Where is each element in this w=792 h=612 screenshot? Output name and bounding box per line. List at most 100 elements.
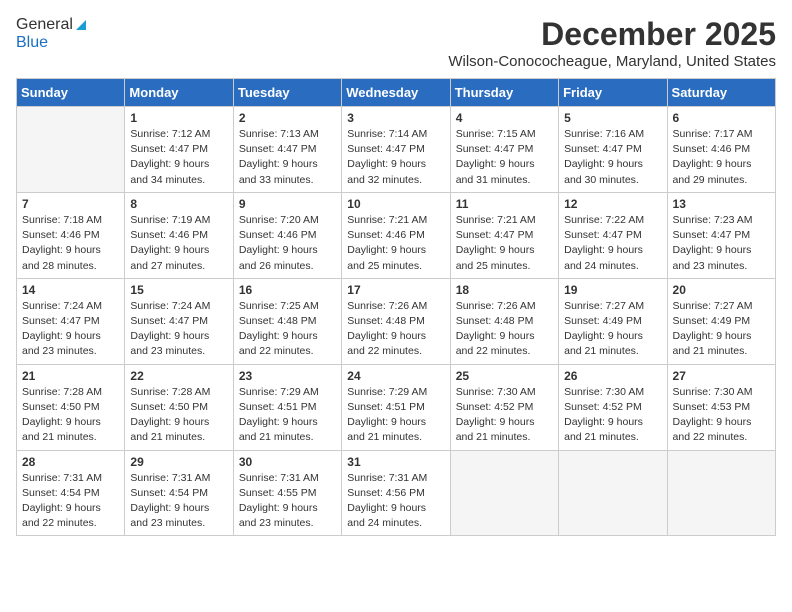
calendar-week-3: 14 Sunrise: 7:24 AMSunset: 4:47 PMDayligh… [17,278,776,364]
day-info: Sunrise: 7:21 AMSunset: 4:47 PMDaylight:… [456,213,553,274]
calendar-cell-w2d6: 12 Sunrise: 7:22 AMSunset: 4:47 PMDayligh… [559,192,667,278]
day-number: 12 [564,197,661,211]
calendar-cell-w1d4: 3 Sunrise: 7:14 AMSunset: 4:47 PMDaylight… [342,107,450,193]
calendar-cell-w5d4: 31 Sunrise: 7:31 AMSunset: 4:56 PMDayligh… [342,450,450,536]
calendar-cell-w3d2: 15Sunrise: 7:24 AMSunset: 4:47 PMDayligh… [125,278,233,364]
weekday-wednesday: Wednesday [342,79,450,107]
calendar-cell-w2d2: 8 Sunrise: 7:19 AMSunset: 4:46 PMDaylight… [125,192,233,278]
calendar-cell-w4d5: 25 Sunrise: 7:30 AMSunset: 4:52 PMDayligh… [450,364,558,450]
day-info: Sunrise: 7:21 AMSunset: 4:46 PMDaylight:… [347,213,444,274]
day-number: 16 [239,283,336,297]
weekday-sunday: Sunday [17,79,125,107]
calendar-cell-w1d2: 1Sunrise: 7:12 AMSunset: 4:47 PMDaylight… [125,107,233,193]
page-header: General Blue December 2025 Wilson-Conoco… [16,16,776,70]
day-info: Sunrise: 7:28 AMSunset: 4:50 PMDaylight:… [22,385,119,446]
day-number: 28 [22,455,119,469]
weekday-thursday: Thursday [450,79,558,107]
calendar-cell-w4d1: 21 Sunrise: 7:28 AMSunset: 4:50 PMDayligh… [17,364,125,450]
day-info: Sunrise: 7:13 AMSunset: 4:47 PMDaylight:… [239,127,336,188]
calendar-cell-w5d3: 30 Sunrise: 7:31 AMSunset: 4:55 PMDayligh… [233,450,341,536]
logo-general-text: General [16,16,73,34]
calendar-cell-w4d6: 26 Sunrise: 7:30 AMSunset: 4:52 PMDayligh… [559,364,667,450]
calendar-cell-w5d6 [559,450,667,536]
day-info: Sunrise: 7:27 AMSunset: 4:49 PMDaylight:… [564,299,661,360]
day-number: 11 [456,197,553,211]
day-info: Sunrise: 7:27 AMSunset: 4:49 PMDaylight:… [673,299,770,360]
logo-triangle-icon [74,18,88,32]
day-info: Sunrise: 7:30 AMSunset: 4:52 PMDaylight:… [456,385,553,446]
day-info: Sunrise: 7:29 AMSunset: 4:51 PMDaylight:… [239,385,336,446]
day-info: Sunrise: 7:17 AMSunset: 4:46 PMDaylight:… [673,127,770,188]
day-number: 13 [673,197,770,211]
day-info: Sunrise: 7:19 AMSunset: 4:46 PMDaylight:… [130,213,227,274]
day-number: 26 [564,369,661,383]
day-number: 21 [22,369,119,383]
day-number: 23 [239,369,336,383]
calendar-cell-w4d4: 24 Sunrise: 7:29 AMSunset: 4:51 PMDayligh… [342,364,450,450]
day-number: 10 [347,197,444,211]
day-number: 5 [564,111,661,125]
day-info: Sunrise: 7:31 AMSunset: 4:56 PMDaylight:… [347,471,444,532]
day-number: 29 [130,455,227,469]
weekday-tuesday: Tuesday [233,79,341,107]
day-info: Sunrise: 7:30 AMSunset: 4:52 PMDaylight:… [564,385,661,446]
day-number: 24 [347,369,444,383]
day-number: 30 [239,455,336,469]
day-number: 2 [239,111,336,125]
logo-blue-text: Blue [16,34,48,52]
day-number: 6 [673,111,770,125]
calendar-cell-w3d5: 18Sunrise: 7:26 AMSunset: 4:48 PMDayligh… [450,278,558,364]
calendar-cell-w1d5: 4Sunrise: 7:15 AMSunset: 4:47 PMDaylight… [450,107,558,193]
calendar-cell-w3d1: 14 Sunrise: 7:24 AMSunset: 4:47 PMDayligh… [17,278,125,364]
day-info: Sunrise: 7:31 AMSunset: 4:55 PMDaylight:… [239,471,336,532]
day-number: 14 [22,283,119,297]
calendar-cell-w5d7 [667,450,775,536]
day-info: Sunrise: 7:12 AMSunset: 4:47 PMDaylight:… [130,127,227,188]
calendar-cell-w2d5: 11 Sunrise: 7:21 AMSunset: 4:47 PMDayligh… [450,192,558,278]
calendar-cell-w3d4: 17 Sunrise: 7:26 AMSunset: 4:48 PMDayligh… [342,278,450,364]
day-number: 17 [347,283,444,297]
day-info: Sunrise: 7:26 AMSunset: 4:48 PMDaylight:… [456,299,553,360]
calendar-cell-w5d5 [450,450,558,536]
day-number: 22 [130,369,227,383]
day-number: 31 [347,455,444,469]
location-title: Wilson-Conococheague, Maryland, United S… [448,53,776,70]
calendar-week-1: 1Sunrise: 7:12 AMSunset: 4:47 PMDaylight… [17,107,776,193]
day-info: Sunrise: 7:31 AMSunset: 4:54 PMDaylight:… [130,471,227,532]
day-number: 7 [22,197,119,211]
day-info: Sunrise: 7:14 AMSunset: 4:47 PMDaylight:… [347,127,444,188]
day-info: Sunrise: 7:24 AMSunset: 4:47 PMDaylight:… [130,299,227,360]
calendar-cell-w5d2: 29 Sunrise: 7:31 AMSunset: 4:54 PMDayligh… [125,450,233,536]
weekday-header-row: SundayMondayTuesdayWednesdayThursdayFrid… [17,79,776,107]
calendar-cell-w2d3: 9 Sunrise: 7:20 AMSunset: 4:46 PMDaylight… [233,192,341,278]
logo: General Blue [16,16,88,52]
calendar-cell-w4d3: 23 Sunrise: 7:29 AMSunset: 4:51 PMDayligh… [233,364,341,450]
day-info: Sunrise: 7:22 AMSunset: 4:47 PMDaylight:… [564,213,661,274]
calendar-cell-w3d7: 20 Sunrise: 7:27 AMSunset: 4:49 PMDayligh… [667,278,775,364]
day-number: 20 [673,283,770,297]
calendar-cell-w4d2: 22 Sunrise: 7:28 AMSunset: 4:50 PMDayligh… [125,364,233,450]
weekday-saturday: Saturday [667,79,775,107]
day-info: Sunrise: 7:29 AMSunset: 4:51 PMDaylight:… [347,385,444,446]
weekday-friday: Friday [559,79,667,107]
calendar-week-4: 21 Sunrise: 7:28 AMSunset: 4:50 PMDayligh… [17,364,776,450]
calendar-cell-w4d7: 27Sunrise: 7:30 AMSunset: 4:53 PMDayligh… [667,364,775,450]
calendar-week-2: 7 Sunrise: 7:18 AMSunset: 4:46 PMDaylight… [17,192,776,278]
day-number: 4 [456,111,553,125]
day-number: 8 [130,197,227,211]
calendar-cell-w3d3: 16Sunrise: 7:25 AMSunset: 4:48 PMDayligh… [233,278,341,364]
calendar-cell-w1d7: 6 Sunrise: 7:17 AMSunset: 4:46 PMDaylight… [667,107,775,193]
title-block: December 2025 Wilson-Conococheague, Mary… [448,16,776,70]
calendar-week-5: 28 Sunrise: 7:31 AMSunset: 4:54 PMDayligh… [17,450,776,536]
day-number: 3 [347,111,444,125]
calendar-cell-w1d6: 5Sunrise: 7:16 AMSunset: 4:47 PMDaylight… [559,107,667,193]
day-info: Sunrise: 7:18 AMSunset: 4:46 PMDaylight:… [22,213,119,274]
day-info: Sunrise: 7:24 AMSunset: 4:47 PMDaylight:… [22,299,119,360]
day-info: Sunrise: 7:28 AMSunset: 4:50 PMDaylight:… [130,385,227,446]
calendar-cell-w5d1: 28 Sunrise: 7:31 AMSunset: 4:54 PMDayligh… [17,450,125,536]
day-number: 25 [456,369,553,383]
day-info: Sunrise: 7:31 AMSunset: 4:54 PMDaylight:… [22,471,119,532]
day-info: Sunrise: 7:26 AMSunset: 4:48 PMDaylight:… [347,299,444,360]
day-info: Sunrise: 7:20 AMSunset: 4:46 PMDaylight:… [239,213,336,274]
day-number: 9 [239,197,336,211]
